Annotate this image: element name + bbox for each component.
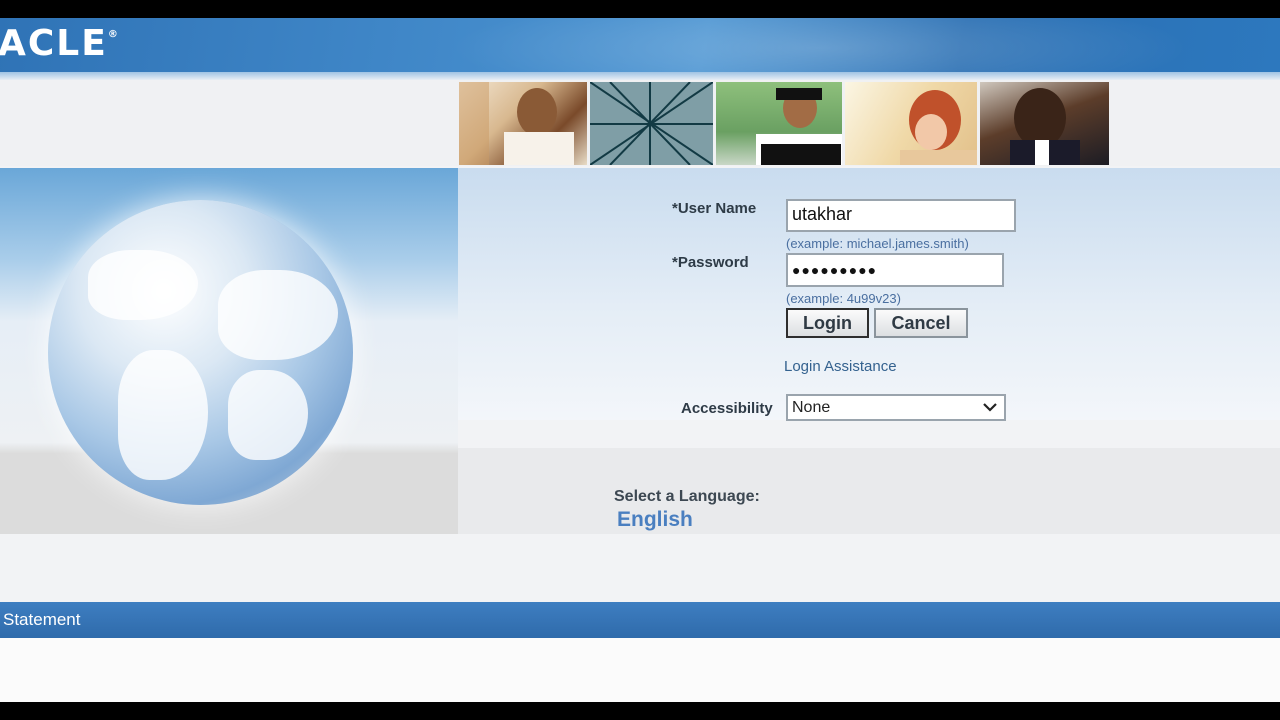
header-bar: ACLE® bbox=[0, 18, 1280, 108]
photo-man-phone bbox=[979, 82, 1109, 165]
username-input[interactable]: utakhar bbox=[786, 199, 1016, 232]
language-panel bbox=[458, 448, 1280, 534]
globe-panel bbox=[0, 168, 458, 534]
username-hint: (example: michael.james.smith) bbox=[786, 236, 969, 251]
statement-bar: Statement bbox=[0, 602, 1280, 638]
photo-man-laptop bbox=[715, 82, 843, 165]
password-label: *Password bbox=[672, 254, 749, 271]
photo-tower bbox=[590, 82, 713, 165]
statement-label: Statement bbox=[3, 610, 81, 629]
accessibility-label: Accessibility bbox=[681, 400, 773, 417]
language-english-link[interactable]: English bbox=[617, 508, 693, 532]
username-label: *User Name bbox=[672, 200, 757, 217]
accessibility-select[interactable]: None bbox=[786, 394, 1006, 421]
password-input[interactable]: ●●●●●●●●● bbox=[786, 253, 1004, 287]
oracle-logo: ACLE® bbox=[0, 23, 120, 64]
password-hint: (example: 4u99v23) bbox=[786, 291, 901, 306]
photo-businessman bbox=[459, 82, 588, 165]
globe-image bbox=[48, 200, 353, 505]
app-frame: ACLE® *User Name utakhar (example: micha bbox=[0, 18, 1280, 702]
accessibility-value: None bbox=[792, 399, 831, 416]
header-divider bbox=[0, 72, 1280, 80]
chevron-down-icon bbox=[982, 398, 998, 421]
login-button[interactable]: Login bbox=[786, 308, 869, 338]
photo-strip-images bbox=[459, 82, 1109, 165]
login-assistance-link[interactable]: Login Assistance bbox=[784, 358, 897, 375]
footer-area bbox=[0, 638, 1280, 702]
language-title: Select a Language: bbox=[614, 488, 760, 505]
cancel-button[interactable]: Cancel bbox=[874, 308, 968, 338]
photo-woman-headset bbox=[845, 82, 977, 165]
